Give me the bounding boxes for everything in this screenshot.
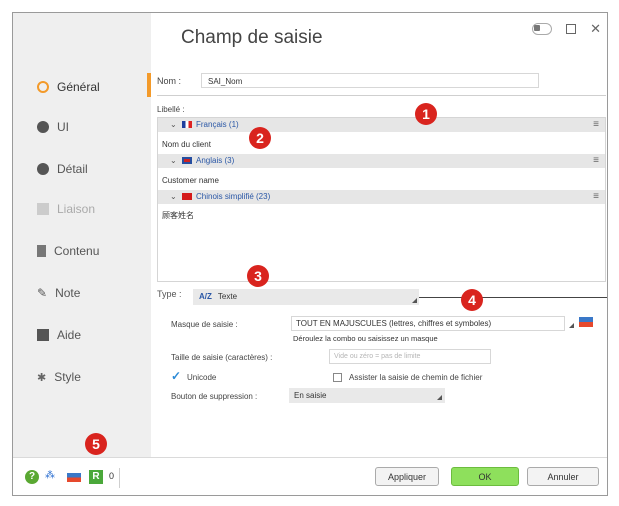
libelle-value-zh[interactable]: 顾客姓名 <box>162 210 194 221</box>
network-icon[interactable]: ⁂ <box>45 470 55 481</box>
callout-badge-1: 1 <box>415 103 437 125</box>
r-icon[interactable]: R <box>89 470 103 484</box>
masque-select[interactable]: TOUT EN MAJUSCULES (lettres, chiffres et… <box>291 316 574 331</box>
language-name: Français (1) <box>196 120 239 129</box>
link-box-icon <box>37 203 49 215</box>
language-row-anglais[interactable]: ⌄ Anglais (3) ≡ <box>158 154 605 168</box>
masque-value: TOUT EN MAJUSCULES (lettres, chiffres et… <box>296 319 492 328</box>
sidebar: Général UI Détail Liaison Contenu ✎ Note… <box>13 13 151 457</box>
language-row-chinois[interactable]: ⌄ Chinois simplifié (23) ≡ <box>158 190 605 204</box>
type-select[interactable]: A/Z Texte <box>193 289 419 305</box>
sidebar-item-label: Aide <box>57 328 82 342</box>
count-label: 0 <box>109 471 115 481</box>
type-label: Type : <box>157 289 182 299</box>
masque-hint: Déroulez la combo ou saisissez un masque <box>293 334 438 343</box>
type-value: Texte <box>217 292 238 301</box>
target-icon <box>37 121 49 133</box>
sidebar-item-note[interactable]: ✎ Note <box>37 283 80 303</box>
callout-badge-3: 3 <box>247 265 269 287</box>
chevron-down-icon[interactable]: ⌄ <box>170 154 177 168</box>
plus-circle-icon <box>37 163 49 175</box>
callout-badge-4: 4 <box>461 289 483 311</box>
language-name: Chinois simplifié (23) <box>196 192 271 201</box>
callout-badge-2: 2 <box>249 127 271 149</box>
fr-flag-icon <box>182 121 192 128</box>
masque-label: Masque de saisie : <box>171 320 238 329</box>
taille-label: Taille de saisie (caractères) : <box>171 353 273 362</box>
sidebar-item-label: Contenu <box>54 244 100 258</box>
chemin-checkbox[interactable] <box>333 373 342 382</box>
sidebar-item-label: UI <box>57 120 69 134</box>
sidebar-item-label: Style <box>54 370 81 384</box>
divider <box>157 95 606 96</box>
chevron-down-icon[interactable]: ⌄ <box>170 118 177 132</box>
text-type-icon: A/Z <box>199 292 212 301</box>
database-icon <box>37 245 46 257</box>
dialog-window: Général UI Détail Liaison Contenu ✎ Note… <box>12 12 608 496</box>
language-panel: ⌄ Français (1) ≡ Nom du client ⌄ Anglais… <box>157 117 606 282</box>
apply-button[interactable]: Appliquer <box>375 467 439 486</box>
chevron-down-icon[interactable]: ⌄ <box>170 190 177 204</box>
chemin-label: Assister la saisie de chemin de fichier <box>349 373 483 382</box>
dropdown-corner-icon <box>437 395 442 400</box>
language-row-francais[interactable]: ⌄ Français (1) ≡ <box>158 118 605 132</box>
nom-field[interactable]: SAI_Nom <box>201 73 539 88</box>
ok-button[interactable]: OK <box>451 467 519 486</box>
gb-flag-icon <box>182 157 192 164</box>
suppression-value: En saisie <box>294 391 327 400</box>
callout-badge-5: 5 <box>85 433 107 455</box>
menu-icon[interactable]: ≡ <box>593 118 599 132</box>
window-controls: ✕ <box>532 21 601 37</box>
close-icon[interactable]: ✕ <box>590 21 601 37</box>
cancel-button[interactable]: Annuler <box>527 467 599 486</box>
menu-icon[interactable]: ≡ <box>593 154 599 168</box>
libelle-value-en[interactable]: Customer name <box>162 176 219 185</box>
toggle-switch[interactable] <box>532 23 553 35</box>
dropdown-corner-icon <box>569 323 574 328</box>
sidebar-item-label: Liaison <box>57 202 96 216</box>
sidebar-item-liaison: Liaison <box>37 199 95 219</box>
sidebar-item-aide[interactable]: Aide <box>37 325 81 345</box>
footer-divider <box>119 468 120 488</box>
style-icon: ✱ <box>37 371 47 384</box>
mask-editor-icon[interactable] <box>579 317 593 327</box>
page-title: Champ de saisie <box>181 27 323 48</box>
footer-bar: ? ⁂ R 0 Appliquer OK Annuler <box>13 457 607 495</box>
language-name: Anglais (3) <box>196 156 235 165</box>
sidebar-item-label: Général <box>57 80 100 94</box>
sidebar-item-general[interactable]: Général <box>37 77 100 97</box>
flag-icon[interactable] <box>67 473 81 482</box>
menu-icon[interactable]: ≡ <box>593 190 599 204</box>
cn-flag-icon <box>182 193 192 200</box>
maximize-icon[interactable] <box>566 24 577 34</box>
help-icon[interactable]: ? <box>25 470 39 484</box>
taille-input[interactable]: Vide ou zéro = pas de limite <box>329 349 491 364</box>
section-line <box>419 297 607 298</box>
suppression-select[interactable]: En saisie <box>289 388 445 403</box>
sidebar-item-detail[interactable]: Détail <box>37 159 88 179</box>
sidebar-item-contenu[interactable]: Contenu <box>37 241 99 261</box>
libelle-value-fr[interactable]: Nom du client <box>162 140 211 149</box>
help-box-icon <box>37 329 49 341</box>
libelle-label: Libellé : <box>157 105 185 114</box>
sidebar-item-label: Note <box>55 286 81 300</box>
active-indicator <box>147 73 151 97</box>
dropdown-corner-icon <box>412 298 417 303</box>
nom-label: Nom : <box>157 76 182 86</box>
sidebar-item-ui[interactable]: UI <box>37 117 69 137</box>
sidebar-item-label: Détail <box>57 162 88 176</box>
sidebar-item-style[interactable]: ✱ Style <box>37 367 81 387</box>
unicode-label: Unicode <box>187 373 217 382</box>
checkmark-icon[interactable]: ✓ <box>171 369 181 383</box>
pencil-icon: ✎ <box>37 286 48 300</box>
suppression-label: Bouton de suppression : <box>171 392 258 401</box>
circle-icon <box>37 81 49 93</box>
